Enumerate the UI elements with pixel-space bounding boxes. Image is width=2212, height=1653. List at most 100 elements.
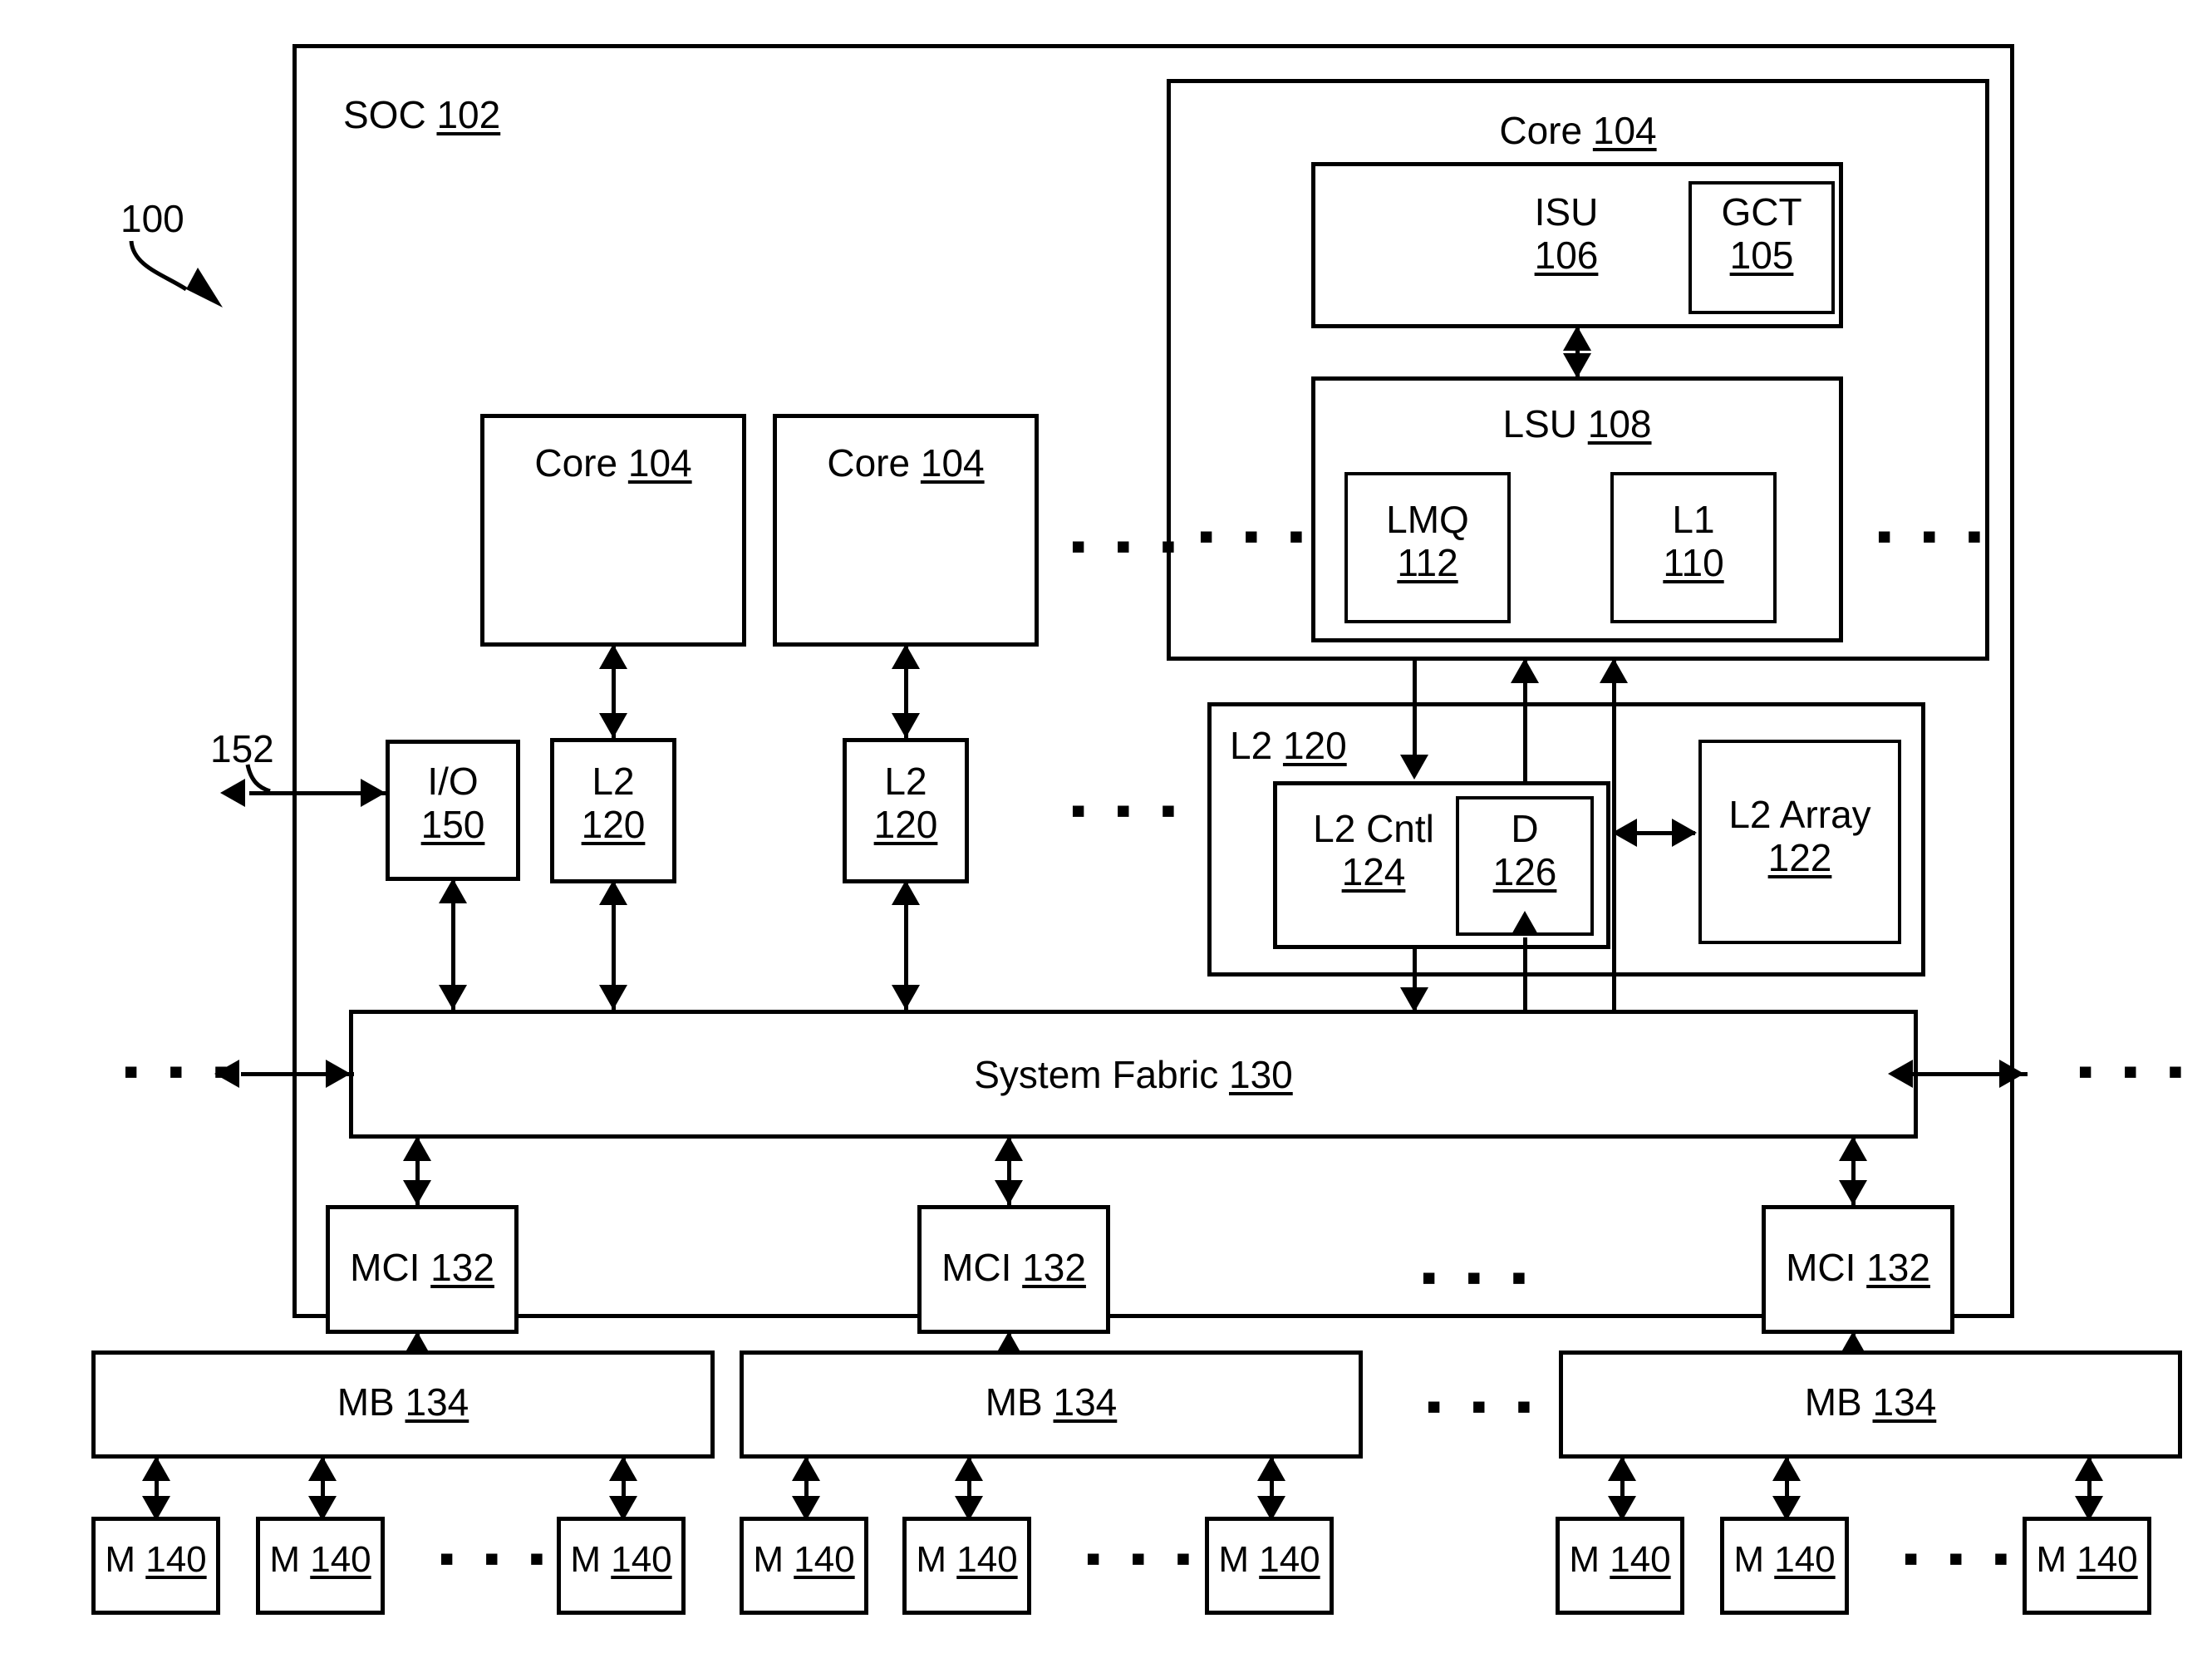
ellipsis-memory-group-2: ▪ ▪ ▪ — [1085, 1533, 1200, 1583]
isu-ref: 106 — [1534, 233, 1599, 277]
memory-1-label: M 140 — [91, 1539, 220, 1580]
l2-1-label: L2 120 — [550, 760, 676, 846]
core1-l2-arrowhead-down — [599, 713, 627, 738]
mb2-m4-arrowhead-up — [792, 1456, 820, 1481]
memory-4-name: M — [753, 1539, 794, 1580]
l2-2-fabric-arrowhead-down — [892, 985, 920, 1010]
ellipsis-fabric-left: ▪ ▪ ▪ — [123, 1046, 238, 1096]
mb-1-name: MB — [337, 1380, 406, 1424]
mb3-m7-arrowhead-up — [1608, 1456, 1636, 1481]
fabric-right-arrowhead-left — [1888, 1060, 1913, 1088]
mb3-m9-arrowhead-up — [2075, 1456, 2103, 1481]
fabric-mci2-arrowhead-up — [995, 1136, 1023, 1161]
io-fabric-arrowhead-up — [439, 878, 467, 903]
system-fabric-ref: 130 — [1228, 1053, 1293, 1096]
d-ref: 126 — [1492, 849, 1557, 893]
memory-1-ref: 140 — [145, 1539, 207, 1580]
mci-3-name: MCI — [1786, 1246, 1867, 1289]
l2-array-label: L2 Array 122 — [1698, 793, 1901, 879]
memory-9-name: M — [2036, 1539, 2077, 1580]
lsu-label: LSU 108 — [1311, 402, 1843, 446]
mb2-m5-arrowhead-up — [955, 1456, 983, 1481]
mci-1-ref: 132 — [430, 1246, 494, 1289]
mb1-m2-arrowhead-up — [308, 1456, 337, 1481]
l2-cntl-ref: 124 — [1341, 849, 1406, 893]
mb2-m6-arrowhead-up — [1257, 1456, 1285, 1481]
memory-1-name: M — [105, 1539, 146, 1580]
memory-2-ref: 140 — [310, 1539, 371, 1580]
l1-name: L1 — [1672, 498, 1715, 541]
mb-3-label: MB 134 — [1559, 1380, 2182, 1424]
ellipsis-memory-group-3: ▪ ▪ ▪ — [1903, 1533, 2018, 1583]
fabric-left-arrowhead-right — [326, 1060, 351, 1088]
memory-2-name: M — [269, 1539, 311, 1580]
ellipsis-between-cores: ▪ ▪ ▪ — [1070, 521, 1185, 571]
core-detail-ref: 104 — [1592, 109, 1657, 152]
mb-2-ref: 134 — [1053, 1380, 1118, 1424]
memory-5-label: M 140 — [902, 1539, 1031, 1580]
lmq-label: LMQ 112 — [1344, 498, 1511, 584]
fabric-mci3-arrowhead-down — [1839, 1180, 1867, 1205]
soc-ref: 102 — [436, 93, 501, 136]
io-name: I/O — [427, 760, 479, 803]
l2-array-name: L2 Array — [1728, 793, 1871, 836]
memory-3-name: M — [570, 1539, 612, 1580]
fabric-mci1-arrowhead-up — [403, 1136, 431, 1161]
ellipsis-core-detail-right: ▪ ▪ ▪ — [1876, 511, 1991, 561]
memory-8-label: M 140 — [1720, 1539, 1849, 1580]
memory-4-label: M 140 — [740, 1539, 868, 1580]
fabric-mci2-arrowhead-down — [995, 1180, 1023, 1205]
reference-numeral-152: 152 — [210, 727, 274, 770]
core-detail-name: Core — [1499, 109, 1593, 152]
system-fabric-name: System Fabric — [974, 1053, 1229, 1096]
gct-label: GCT 105 — [1688, 190, 1835, 277]
system-fabric-label: System Fabric 130 — [349, 1053, 1918, 1097]
ellipsis-between-mci: ▪ ▪ ▪ — [1421, 1252, 1536, 1302]
mb-2-label: MB 134 — [740, 1380, 1363, 1424]
soc-name: SOC — [343, 93, 437, 136]
lmq-ref: 112 — [1397, 540, 1458, 584]
memory-2-label: M 140 — [256, 1539, 385, 1580]
mci-2-label: MCI 132 — [917, 1246, 1110, 1290]
gct-ref: 105 — [1729, 233, 1794, 277]
mb-2-name: MB — [985, 1380, 1054, 1424]
l1-ref: 110 — [1663, 540, 1724, 584]
l1-label: L1 110 — [1610, 498, 1777, 584]
isu-label: ISU 106 — [1512, 190, 1620, 277]
mb-1-ref: 134 — [405, 1380, 469, 1424]
fabric-to-d-arrowhead — [1511, 911, 1539, 936]
fabric-to-d-line — [1523, 937, 1527, 1012]
figure-canvas: 100 SOC 102 Core 104 ISU 106 GCT 105 LSU… — [0, 0, 2212, 1653]
ellipsis-memory-group-1: ▪ ▪ ▪ — [439, 1533, 553, 1583]
io-label: I/O 150 — [386, 760, 520, 846]
memory-9-ref: 140 — [2077, 1539, 2138, 1580]
ellipsis-between-mb: ▪ ▪ ▪ — [1426, 1381, 1541, 1431]
lmq-name: LMQ — [1386, 498, 1469, 541]
core-to-l2cntl-arrowhead — [1400, 755, 1428, 780]
core-2-label: Core 104 — [773, 441, 1039, 485]
mb-3-name: MB — [1804, 1380, 1873, 1424]
mb-1-label: MB 134 — [91, 1380, 715, 1424]
memory-8-ref: 140 — [1774, 1539, 1836, 1580]
core-detail-title: Core 104 — [1167, 109, 1989, 153]
l2cntl-array-arrowhead-right — [1672, 819, 1697, 847]
l2-1-name: L2 — [592, 760, 635, 803]
reference-numeral-100: 100 — [120, 197, 184, 240]
l2-1-fabric-arrowhead-up — [599, 880, 627, 905]
lsu-ref: 108 — [1587, 402, 1652, 445]
l2-cntl-name: L2 Cntl — [1313, 807, 1434, 850]
fabric-mci1-arrowhead-down — [403, 1180, 431, 1205]
l2-1-ref: 120 — [581, 802, 646, 846]
core1-l2-arrowhead-up — [599, 644, 627, 669]
core-2-ref: 104 — [920, 441, 985, 485]
memory-5-name: M — [916, 1539, 957, 1580]
io-external-arrowhead-right — [361, 779, 386, 807]
io-fabric-arrowhead-down — [439, 985, 467, 1010]
mci-1-label: MCI 132 — [326, 1246, 519, 1290]
l2-2-fabric-arrowhead-up — [892, 880, 920, 905]
l2cntl-to-fabric-arrowhead — [1400, 987, 1428, 1012]
ellipsis-fabric-right: ▪ ▪ ▪ — [2077, 1046, 2192, 1096]
d-name: D — [1511, 807, 1539, 850]
fabric-to-core-line-c — [1612, 661, 1616, 1012]
core-1-ref: 104 — [627, 441, 692, 485]
